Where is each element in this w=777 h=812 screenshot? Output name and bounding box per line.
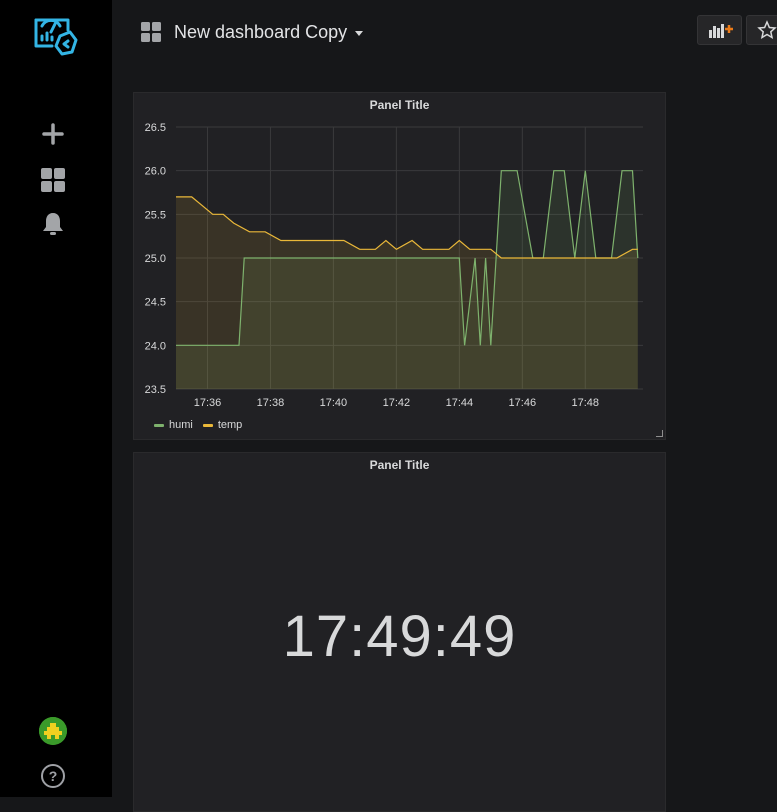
user-avatar[interactable]: [39, 717, 67, 745]
y-tick-label: 25.0: [145, 253, 166, 265]
y-tick-label: 25.5: [145, 209, 166, 221]
x-tick-label: 17:42: [383, 397, 411, 409]
graph-legend: humi temp: [154, 419, 252, 431]
bell-icon[interactable]: [38, 209, 68, 239]
x-tick-label: 17:36: [194, 397, 222, 409]
panel-resize-handle[interactable]: [656, 430, 663, 437]
dashboard-title-picker[interactable]: New dashboard Copy: [140, 19, 364, 45]
add-panel-button[interactable]: [697, 15, 742, 45]
x-tick-label: 17:40: [320, 397, 348, 409]
clock-value: 17:49:49: [282, 604, 517, 669]
x-tick-label: 17:44: [446, 397, 474, 409]
clock-panel[interactable]: Panel Title 17:49:49: [133, 452, 666, 812]
legend-item-humi[interactable]: humi: [154, 419, 193, 431]
legend-swatch-temp: [202, 423, 213, 427]
graph-panel[interactable]: Panel Title 23.5 24.0 24.5 25.0 25.5 26.0 26.5…: [133, 92, 666, 440]
y-tick-label: 24.5: [145, 297, 166, 309]
x-tick-label: 17:48: [572, 397, 600, 409]
dashboards-grid-icon[interactable]: [38, 165, 68, 195]
dashboard-title: New dashboard Copy: [174, 21, 348, 42]
chevron-down-icon: [355, 31, 364, 36]
dashboard-grid-icon: [140, 21, 162, 43]
y-tick-label: 26.0: [145, 166, 166, 178]
sidebar: ?: [0, 0, 112, 797]
star-dashboard-button[interactable]: [746, 15, 777, 45]
legend-label-humi: humi: [169, 419, 193, 431]
graph-plot: 23.5 24.0 24.5 25.0 25.5 26.0 26.5 17:36 17:38 17…: [145, 122, 643, 409]
legend-item-temp[interactable]: temp: [202, 419, 243, 431]
y-tick-label: 23.5: [145, 384, 166, 396]
panel-title[interactable]: Panel Title: [134, 458, 665, 472]
y-tick-label: 24.0: [145, 340, 166, 352]
legend-swatch-humi: [154, 423, 164, 427]
help-icon[interactable]: ?: [41, 764, 65, 788]
legend-label-temp: temp: [217, 419, 243, 431]
x-tick-label: 17:38: [257, 397, 285, 409]
x-tick-label: 17:46: [509, 397, 537, 409]
y-tick-label: 26.5: [145, 122, 166, 134]
plus-icon[interactable]: [38, 119, 68, 149]
grafana-logo-icon[interactable]: [30, 12, 80, 60]
dashboard-navbar: New dashboard Copy: [112, 0, 777, 62]
